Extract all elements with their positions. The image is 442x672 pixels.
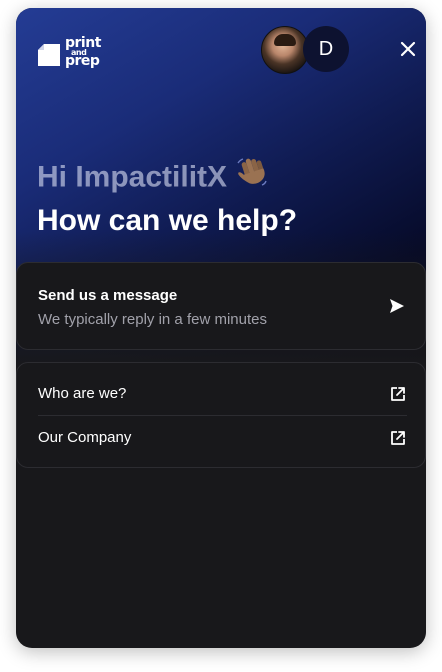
print-and-prep-logo: print and prep: [36, 36, 106, 72]
messenger-widget: print and prep D Hi ImpactilitX How can …: [16, 8, 426, 648]
greeting-hi-line: Hi ImpactilitX: [37, 156, 407, 201]
team-member-photo: [261, 26, 309, 74]
send-message-card[interactable]: Send us a message We typically reply in …: [16, 262, 426, 350]
link-label: Who are we?: [38, 385, 127, 402]
close-icon: [400, 41, 416, 57]
links-card: Who are we? Our Company: [16, 362, 426, 468]
greeting-hi-text: Hi ImpactilitX: [37, 160, 228, 194]
link-who-are-we[interactable]: Who are we?: [38, 373, 407, 416]
logo-line-3: prep: [65, 53, 100, 69]
external-link-icon: [391, 387, 405, 401]
greeting-help-text: How can we help?: [37, 204, 298, 237]
waving-hand-icon: [235, 154, 269, 199]
team-member-initial-avatar: D: [303, 26, 349, 72]
send-icon: [390, 299, 404, 313]
logo-mark-icon: [38, 44, 60, 66]
team-avatars: D: [261, 26, 353, 74]
avatar-hair-shape: [274, 34, 296, 46]
send-message-title: Send us a message: [38, 287, 178, 304]
close-button[interactable]: [397, 38, 419, 60]
link-our-company[interactable]: Our Company: [38, 417, 407, 459]
greeting: Hi ImpactilitX How can we help?: [37, 156, 407, 241]
logo-wordmark: print and prep: [65, 36, 101, 69]
link-label: Our Company: [38, 429, 132, 446]
reply-time-subtitle: We typically reply in a few minutes: [38, 311, 267, 328]
external-link-icon: [391, 431, 405, 445]
